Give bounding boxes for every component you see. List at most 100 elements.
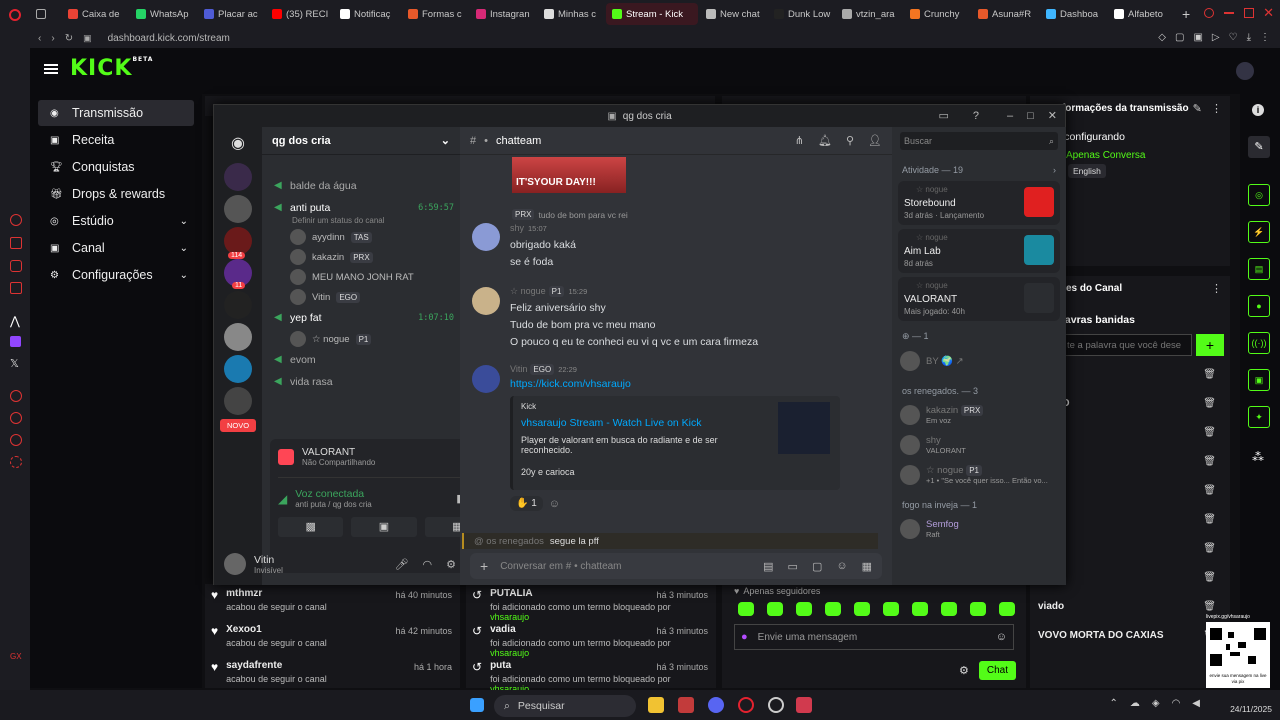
voice-channel[interactable]: ◀ vida rasa: [262, 371, 460, 393]
shield-icon[interactable]: ◈: [1152, 698, 1160, 709]
trash-icon[interactable]: 🗑︎: [1203, 398, 1216, 409]
server-item[interactable]: 114: [224, 227, 252, 259]
nav-item-6[interactable]: ⚙ Configurações ⌄: [38, 262, 194, 288]
more-icon[interactable]: ⋮: [1211, 282, 1222, 295]
chevron-right-icon[interactable]: ›: [1053, 165, 1056, 175]
x-icon[interactable]: 𝕏: [10, 357, 19, 370]
plus-icon[interactable]: +: [480, 558, 488, 574]
share-screen-button[interactable]: ▣: [351, 517, 417, 537]
forward-icon[interactable]: ›: [51, 33, 54, 44]
nav-item-1[interactable]: ▣ Receita: [38, 127, 194, 153]
voice-user[interactable]: ☆ nogue P1: [262, 329, 460, 349]
trash-icon[interactable]: 🗑︎: [1203, 543, 1216, 554]
voice-channel[interactable]: ◀ evom: [262, 349, 460, 371]
discord-home-icon[interactable]: ◉: [214, 133, 262, 153]
browser-tab[interactable]: Instagran: [470, 3, 536, 25]
bookmark-icon[interactable]: ◇: [1158, 32, 1166, 43]
emote-icon[interactable]: [825, 602, 841, 616]
nav-item-3[interactable]: 🎁︎ Drops & rewards: [38, 181, 194, 207]
pin-icon[interactable]: ⚲: [846, 134, 854, 147]
close-icon[interactable]: ✕: [1263, 5, 1274, 21]
message-input[interactable]: Conversar em # • chatteam: [500, 561, 621, 572]
emote-icon[interactable]: [999, 602, 1015, 616]
bell-icon[interactable]: 🔔︎: [818, 134, 832, 147]
apps-icon[interactable]: ▦: [862, 560, 872, 573]
trash-icon[interactable]: 🗑︎: [1203, 456, 1216, 467]
message-author[interactable]: Vitin: [510, 364, 527, 374]
browser-tab[interactable]: (35) RECI: [266, 3, 332, 25]
voice-channel[interactable]: ◀ yep fat 1:07:10: [262, 307, 460, 329]
kick-logo[interactable]: KICKBETA: [70, 56, 153, 81]
aria-icon[interactable]: ⋀: [10, 314, 20, 328]
emote-icon[interactable]: [854, 602, 870, 616]
chevron-up-icon[interactable]: ⌃: [1109, 698, 1117, 709]
more-icon[interactable]: ⋮: [1211, 102, 1222, 115]
browser-tab[interactable]: Alfabeto: [1108, 3, 1174, 25]
back-icon[interactable]: ‹: [38, 33, 41, 44]
image-attachment[interactable]: IT'SYOUR DAY!!!: [512, 157, 626, 193]
cube-icon[interactable]: [10, 434, 22, 446]
chevron-down-icon[interactable]: ⌄: [180, 216, 188, 227]
workspace-icon[interactable]: [36, 9, 46, 19]
server-name[interactable]: qg dos cria: [272, 135, 331, 147]
server-item[interactable]: [224, 163, 252, 191]
pin-icon[interactable]: [10, 390, 22, 402]
browser-tab[interactable]: vtzin_ara: [836, 3, 902, 25]
layout-icon[interactable]: ▣: [1248, 369, 1270, 391]
reaction[interactable]: ✋ 1: [510, 496, 543, 511]
nav-item-4[interactable]: ◎ Estúdio ⌄: [38, 208, 194, 234]
bolt-icon[interactable]: ⚡: [1248, 221, 1270, 243]
voice-user[interactable]: ayydinn TAS: [262, 227, 460, 247]
close-icon[interactable]: ✕: [1048, 109, 1057, 122]
bag-icon[interactable]: [10, 237, 22, 249]
broadcast-icon[interactable]: ((·)): [1248, 332, 1270, 354]
headphones-icon[interactable]: ◠: [423, 558, 433, 571]
emote-icon[interactable]: [767, 602, 783, 616]
edit-icon[interactable]: ✎: [1248, 136, 1270, 158]
emoji-icon[interactable]: ☺: [836, 560, 847, 572]
member-item[interactable]: kakazin PRX Em voz: [892, 400, 1066, 430]
gear-icon[interactable]: ⚙: [446, 558, 456, 571]
voice-user[interactable]: MEU MANO JONH RAT: [262, 267, 460, 287]
camera-button[interactable]: ▩: [278, 517, 344, 537]
translate-icon[interactable]: ▣: [1193, 32, 1202, 43]
wrench-icon[interactable]: ✦: [1248, 406, 1270, 428]
taskbar-search[interactable]: ⌕ Pesquisar: [494, 695, 636, 717]
message-author[interactable]: shy: [510, 223, 524, 233]
valorant-taskbar-icon[interactable]: [796, 697, 812, 713]
gif-icon[interactable]: ▭: [788, 560, 798, 573]
new-tab-button[interactable]: +: [1182, 6, 1190, 22]
follower-name[interactable]: saydafrente: [226, 660, 327, 671]
maximize-icon[interactable]: [1244, 8, 1254, 18]
minimize-icon[interactable]: –: [1007, 110, 1013, 122]
voice-user[interactable]: kakazin PRX: [262, 247, 460, 267]
emote-icon[interactable]: [941, 602, 957, 616]
browser-tab[interactable]: Dunk Low: [768, 3, 834, 25]
member-item[interactable]: ☆ nogue P1 +1 • "Se você quer isso... Ent…: [892, 460, 1066, 490]
server-item[interactable]: [224, 355, 252, 383]
minimize-icon[interactable]: [1224, 12, 1234, 14]
chat-settings-icon[interactable]: ⚙: [959, 664, 969, 677]
trash-icon[interactable]: 🗑︎: [1203, 514, 1216, 525]
browser-tab[interactable]: Minhas c: [538, 3, 604, 25]
undo-icon[interactable]: ↺: [472, 588, 482, 616]
maximize-icon[interactable]: □: [1027, 110, 1034, 122]
embed-thumbnail[interactable]: [778, 402, 830, 454]
windows-start-icon[interactable]: [470, 698, 484, 712]
browser-tab[interactable]: Stream - Kick: [606, 3, 698, 25]
member-item[interactable]: Semfog Raft: [892, 514, 1066, 544]
emote-icon[interactable]: [912, 602, 928, 616]
emote-icon[interactable]: [738, 602, 754, 616]
cloud-icon[interactable]: ☁: [1130, 698, 1140, 709]
follower-name[interactable]: mthmzr: [226, 588, 327, 599]
message-link[interactable]: https://kick.com/vhsaraujo: [510, 378, 884, 390]
clock-icon[interactable]: [10, 412, 22, 424]
browser-tab[interactable]: Crunchy: [904, 3, 970, 25]
emote-icon[interactable]: [796, 602, 812, 616]
camera-icon[interactable]: ◎: [1248, 184, 1270, 206]
inbox-icon[interactable]: ▭: [938, 109, 948, 122]
browser-tab[interactable]: Dashboa: [1040, 3, 1106, 25]
hamburger-icon[interactable]: [44, 64, 58, 74]
nav-item-0[interactable]: ◉ Transmissão: [38, 100, 194, 126]
app-icon[interactable]: [678, 697, 694, 713]
